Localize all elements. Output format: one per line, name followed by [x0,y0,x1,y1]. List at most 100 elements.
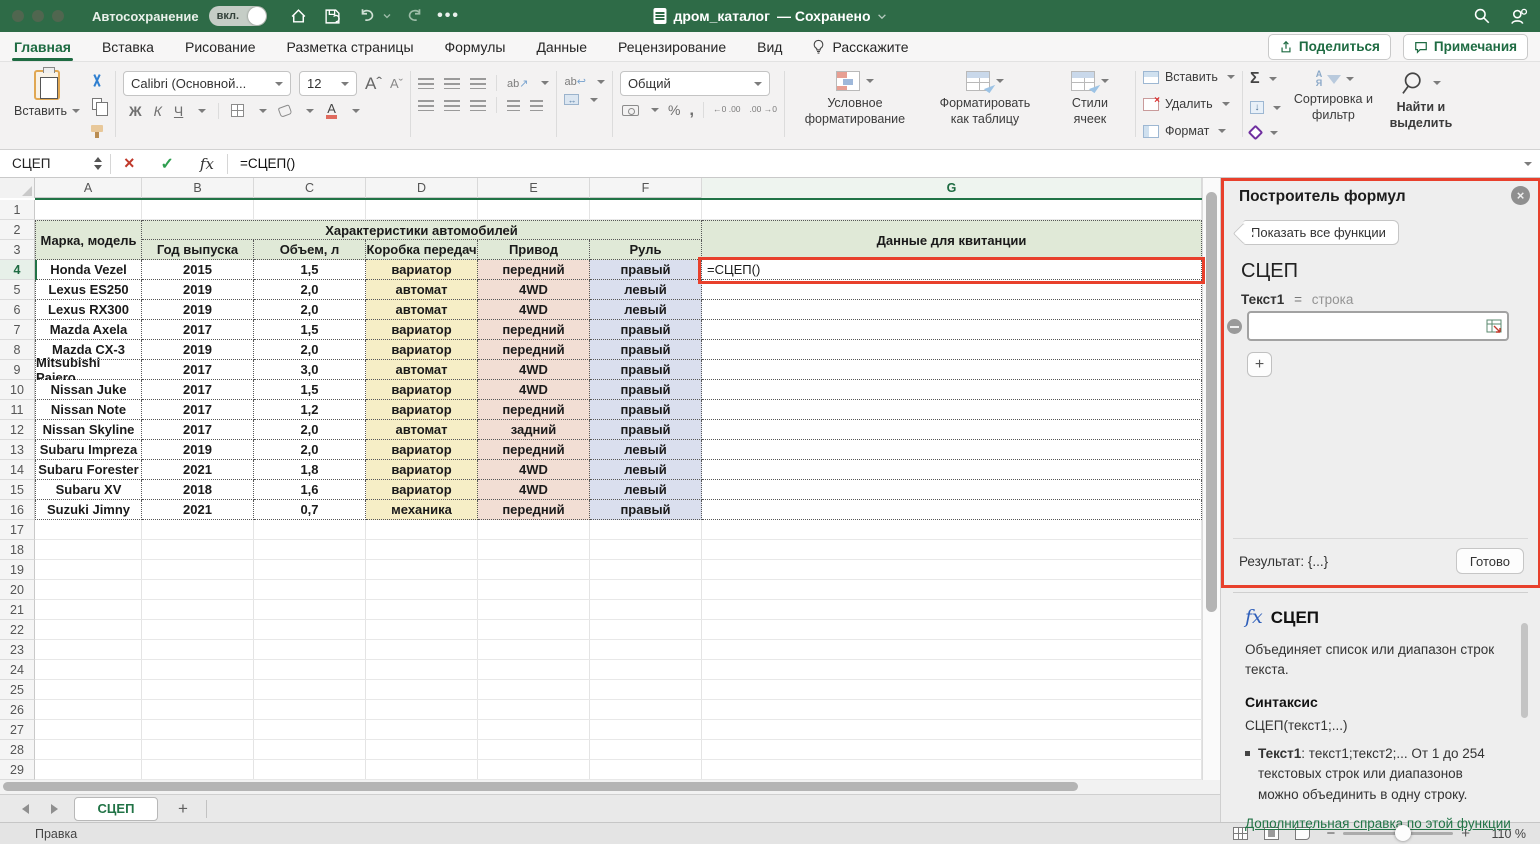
cell-drive[interactable]: 4WD [478,360,590,380]
cell-year[interactable]: 2017 [142,320,254,340]
cell-receipt[interactable] [702,280,1202,300]
fill-color-icon[interactable] [277,103,293,118]
header-model[interactable]: Марка, модель [35,220,142,260]
active-cell-G4[interactable]: =СЦЕП() [702,260,1202,280]
cell-model[interactable]: Nissan Juke [35,380,142,400]
cell-wheel[interactable]: правый [590,260,702,280]
cell-volume[interactable]: 1,8 [254,460,366,480]
cell-receipt[interactable] [702,420,1202,440]
save-icon[interactable] [323,6,343,26]
home-icon[interactable] [289,6,309,26]
cell-wheel[interactable]: правый [590,420,702,440]
cell-receipt[interactable] [702,320,1202,340]
cell-year[interactable]: 2019 [142,280,254,300]
cell-styles-button[interactable]: Стили ячеек [1052,67,1128,141]
cell-wheel[interactable]: правый [590,380,702,400]
row-header-27[interactable]: 27 [0,720,35,740]
cell-drive[interactable]: передний [478,340,590,360]
confirm-formula-button[interactable]: ✓ [148,154,187,174]
comments-button[interactable]: Примечания [1402,33,1528,60]
row-header-23[interactable]: 23 [0,640,35,660]
cell-year[interactable]: 2019 [142,300,254,320]
minimize-window-button[interactable] [32,10,44,22]
panel-close-icon[interactable]: × [1511,186,1530,205]
panel-scrollbar-thumb[interactable] [1521,623,1528,718]
cell-receipt[interactable] [702,440,1202,460]
cell-wheel[interactable]: левый [590,280,702,300]
cell-model[interactable]: Lexus RX300 [35,300,142,320]
cell-drive[interactable]: 4WD [478,480,590,500]
row-header-20[interactable]: 20 [0,580,35,600]
comma-format-icon[interactable]: , [689,101,694,118]
fill-button[interactable]: ↓ [1249,101,1281,114]
row-header-18[interactable]: 18 [0,540,35,560]
cell-wheel[interactable]: левый [590,460,702,480]
find-select-button[interactable]: Найти и выделить [1386,67,1456,141]
column-header-E[interactable]: E [478,178,590,198]
row-header-29[interactable]: 29 [0,760,35,780]
cell-drive[interactable]: передний [478,500,590,520]
header-sub[interactable]: Объем, л [254,240,366,260]
cell-receipt[interactable] [702,340,1202,360]
help-link[interactable]: Дополнительная справка по этой функции [1245,816,1511,831]
row-header-5[interactable]: 5 [0,280,35,300]
cell-volume[interactable]: 2,0 [254,440,366,460]
row-header-7[interactable]: 7 [0,320,35,340]
cell-drive[interactable]: передний [478,440,590,460]
cell-year[interactable]: 2021 [142,500,254,520]
cell-gearbox[interactable]: вариатор [366,340,478,360]
more-toolbar-icon[interactable]: ••• [437,6,459,26]
cell-gearbox[interactable]: вариатор [366,260,478,280]
tab-home[interactable]: Главная [12,34,73,61]
cell-drive[interactable]: передний [478,260,590,280]
cell-drive[interactable]: 4WD [478,280,590,300]
zoom-slider-knob[interactable] [1395,825,1412,841]
cell-model[interactable]: Lexus ES250 [35,280,142,300]
borders-dropdown-icon[interactable] [259,108,268,113]
cell-receipt[interactable] [702,480,1202,500]
font-color-dropdown-icon[interactable] [351,108,360,113]
row-header-21[interactable]: 21 [0,600,35,620]
fill-color-dropdown-icon[interactable] [306,108,315,113]
cell-receipt[interactable] [702,400,1202,420]
header-sub[interactable]: Привод [478,240,590,260]
align-right-icon[interactable] [470,99,486,111]
header-sub[interactable]: Коробка передач [366,240,478,260]
cell-year[interactable]: 2017 [142,420,254,440]
borders-icon[interactable] [231,104,245,117]
cancel-formula-button[interactable]: × [111,153,148,174]
conditional-formatting-button[interactable]: Условное форматирование [792,67,918,141]
font-size-select[interactable]: 12 [299,71,357,96]
format-cells-button[interactable]: Формат [1142,124,1235,138]
horizontal-scrollbar[interactable] [0,780,1220,794]
copy-icon[interactable] [88,97,108,116]
tab-formulas[interactable]: Формулы [443,34,508,60]
cell-volume[interactable]: 1,5 [254,380,366,400]
document-title[interactable]: дром_каталог — Сохранено [653,8,886,24]
cell-volume[interactable]: 0,7 [254,500,366,520]
cell-model[interactable]: Nissan Skyline [35,420,142,440]
row-header-3[interactable]: 3 [0,240,35,260]
row-header-1[interactable]: 1 [0,200,35,220]
cell-volume[interactable]: 1,5 [254,260,366,280]
cell-wheel[interactable]: правый [590,360,702,380]
header-group[interactable]: Характеристики автомобилей [142,220,702,240]
align-center-icon[interactable] [444,99,460,111]
font-color-icon[interactable]: А [326,102,337,119]
horizontal-scrollbar-thumb[interactable] [3,782,1078,791]
decrease-indent-icon[interactable] [507,99,520,111]
row-header-24[interactable]: 24 [0,660,35,680]
row-header-9[interactable]: 9 [0,360,35,380]
tab-draw[interactable]: Рисование [183,34,258,60]
cell-volume[interactable]: 2,0 [254,280,366,300]
cell-wheel[interactable]: правый [590,400,702,420]
argument-input[interactable] [1247,311,1509,341]
cell-gearbox[interactable]: вариатор [366,440,478,460]
paste-button[interactable]: Вставить [8,67,86,141]
maximize-window-button[interactable] [52,10,64,22]
zoom-slider[interactable] [1343,825,1454,841]
cell-year[interactable]: 2017 [142,360,254,380]
cell-volume[interactable]: 1,2 [254,400,366,420]
share-button[interactable]: Поделиться [1267,33,1391,60]
cell-model[interactable]: Mazda Axela [35,320,142,340]
